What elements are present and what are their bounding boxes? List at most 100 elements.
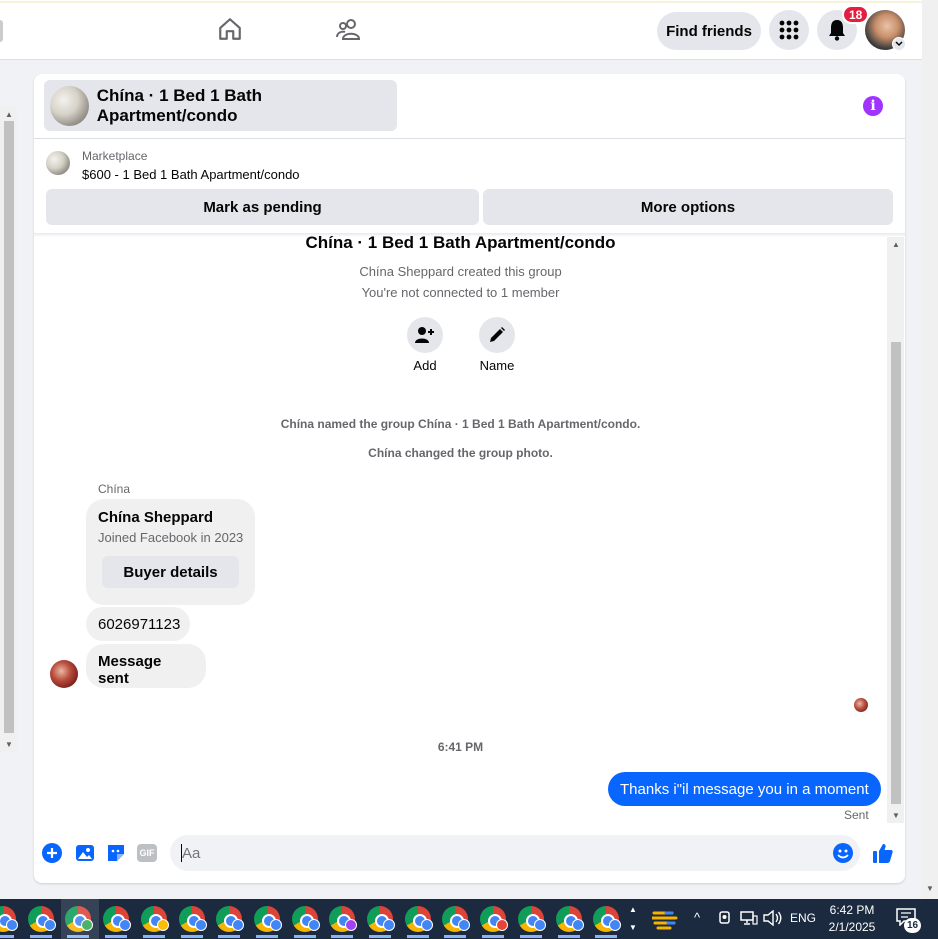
left-scrollbar-thumb[interactable] bbox=[4, 121, 14, 733]
more-options-button[interactable]: More options bbox=[483, 189, 893, 225]
listing-thumbnail[interactable] bbox=[46, 151, 70, 175]
top-navigation-bar: Find friends 18 bbox=[0, 0, 922, 60]
info-icon[interactable]: i bbox=[863, 96, 883, 116]
chrome-profile-badge-icon bbox=[269, 919, 282, 931]
tray-expand-icon[interactable]: ^ bbox=[694, 910, 700, 925]
attach-photo-button[interactable] bbox=[74, 842, 96, 864]
chat-window: Chína · 1 Bed 1 Bath Apartment/condo i M… bbox=[34, 74, 905, 883]
chrome-profile-badge-icon bbox=[533, 919, 546, 931]
listing-title[interactable]: $600 - 1 Bed 1 Bath Apartment/condo bbox=[82, 167, 300, 182]
outgoing-text: Thanks i"il message you in a moment bbox=[620, 780, 869, 798]
bell-icon bbox=[829, 20, 845, 41]
running-app-indicator bbox=[406, 935, 429, 938]
running-app-indicator bbox=[557, 935, 580, 938]
emoji-icon bbox=[833, 843, 853, 863]
chrome-profile-badge-icon bbox=[609, 919, 622, 931]
sender-name: Chína bbox=[98, 482, 131, 496]
volume-icon[interactable] bbox=[763, 909, 783, 927]
running-app-indicator bbox=[519, 935, 542, 938]
running-app-indicator bbox=[444, 935, 467, 938]
group-photo bbox=[50, 85, 89, 126]
chrome-profile-badge-icon bbox=[496, 919, 509, 931]
chat-title: Chína · 1 Bed 1 Bath Apartment/condo bbox=[96, 85, 263, 125]
message-input[interactable] bbox=[170, 835, 860, 871]
network-icon[interactable] bbox=[740, 910, 758, 926]
running-app-indicator bbox=[105, 935, 128, 938]
chrome-profile-badge-icon bbox=[307, 919, 320, 931]
like-button[interactable] bbox=[872, 842, 894, 864]
sticker-icon bbox=[108, 845, 124, 861]
add-member-button[interactable] bbox=[407, 317, 443, 353]
scroll-up-arrow-icon[interactable]: ▲ bbox=[5, 110, 13, 119]
notification-badge: 18 bbox=[842, 5, 870, 24]
buyer-details-button[interactable]: Buyer details bbox=[102, 556, 239, 588]
running-app-indicator bbox=[218, 935, 241, 938]
running-app-indicator bbox=[29, 935, 52, 938]
chat-title-button[interactable]: Chína · 1 Bed 1 Bath Apartment/condo bbox=[44, 80, 397, 131]
language-indicator[interactable]: ENG bbox=[790, 911, 816, 925]
thumbs-up-icon bbox=[873, 844, 893, 863]
chrome-profile-badge-icon bbox=[420, 919, 433, 931]
running-app-indicator bbox=[595, 935, 618, 938]
not-connected-text: You're not connected to 1 member bbox=[361, 285, 560, 300]
sender-avatar[interactable] bbox=[50, 660, 78, 688]
running-app-indicator bbox=[482, 935, 505, 938]
left-edge-marker bbox=[0, 20, 3, 42]
weather-icon[interactable] bbox=[650, 907, 678, 931]
chat-scrollbar[interactable]: ▲ ▼ bbox=[887, 237, 904, 823]
taskbar: ▲ ▼ ^ ENG 6:42 PM 2/1/2025 16 bbox=[0, 899, 938, 939]
chrome-profile-badge-icon bbox=[43, 919, 56, 931]
photo-icon bbox=[76, 845, 94, 861]
emoji-button[interactable] bbox=[832, 842, 854, 864]
menu-button[interactable] bbox=[769, 10, 809, 50]
running-app-indicator bbox=[180, 935, 203, 938]
clock-time[interactable]: 6:42 PM bbox=[820, 903, 884, 917]
running-app-indicator bbox=[255, 935, 278, 938]
gif-button[interactable]: GIF bbox=[136, 842, 158, 864]
running-app-indicator bbox=[0, 935, 14, 938]
running-app-indicator bbox=[293, 935, 316, 938]
pencil-icon bbox=[490, 327, 505, 342]
message-sent-bubble: Message sent bbox=[86, 644, 206, 688]
taskbar-scroll-icon[interactable]: ▲ ▼ bbox=[627, 901, 639, 937]
chrome-profile-badge-icon bbox=[156, 919, 169, 931]
buyer-details-label: Buyer details bbox=[123, 563, 218, 581]
find-friends-label: Find friends bbox=[666, 22, 752, 40]
chrome-profile-badge-icon bbox=[194, 919, 207, 931]
grid-menu-icon bbox=[779, 20, 799, 40]
event-photo-changed: Chína changed the group photo. bbox=[368, 446, 553, 460]
outgoing-message: Thanks i"il message you in a moment bbox=[608, 772, 881, 806]
meet-now-icon[interactable] bbox=[717, 909, 733, 927]
running-app-indicator bbox=[142, 935, 165, 938]
page-scrollbar[interactable]: ▼ bbox=[922, 0, 938, 899]
clock-date[interactable]: 2/1/2025 bbox=[820, 920, 884, 934]
chat-scroll-up-icon[interactable]: ▲ bbox=[892, 240, 900, 249]
name-label: Name bbox=[479, 358, 515, 373]
buyer-name: Chína Sheppard bbox=[98, 509, 214, 526]
more-actions-button[interactable] bbox=[41, 842, 63, 864]
rename-button[interactable] bbox=[479, 317, 515, 353]
friends-icon[interactable] bbox=[334, 14, 364, 44]
home-icon[interactable] bbox=[215, 14, 245, 44]
find-friends-button[interactable]: Find friends bbox=[657, 12, 761, 50]
buyer-card-bubble: Chína Sheppard Joined Facebook in 2023 B… bbox=[86, 499, 255, 605]
text-cursor bbox=[181, 844, 182, 862]
scroll-down-arrow-icon[interactable]: ▼ bbox=[5, 740, 13, 749]
account-chevron-icon[interactable] bbox=[892, 37, 906, 51]
mark-as-pending-button[interactable]: Mark as pending bbox=[46, 189, 479, 225]
more-options-label: More options bbox=[640, 198, 736, 216]
page-scroll-down-icon[interactable]: ▼ bbox=[926, 884, 934, 893]
running-app-indicator bbox=[369, 935, 391, 938]
add-person-icon bbox=[415, 327, 434, 343]
marketplace-label: Marketplace bbox=[82, 149, 148, 163]
left-scrollbar[interactable]: ▲ ▼ bbox=[0, 107, 17, 752]
chrome-profile-badge-icon bbox=[571, 919, 584, 931]
mark-as-pending-label: Mark as pending bbox=[203, 198, 322, 216]
chat-scrollbar-thumb[interactable] bbox=[891, 342, 901, 804]
phone-text: 6026971123 bbox=[98, 615, 181, 633]
chat-scroll-down-icon[interactable]: ▼ bbox=[892, 811, 900, 820]
sticker-button[interactable] bbox=[105, 842, 127, 864]
chrome-profile-badge-icon bbox=[6, 919, 18, 931]
top-edge-strip bbox=[0, 1, 922, 3]
plus-circle-icon bbox=[42, 843, 62, 863]
